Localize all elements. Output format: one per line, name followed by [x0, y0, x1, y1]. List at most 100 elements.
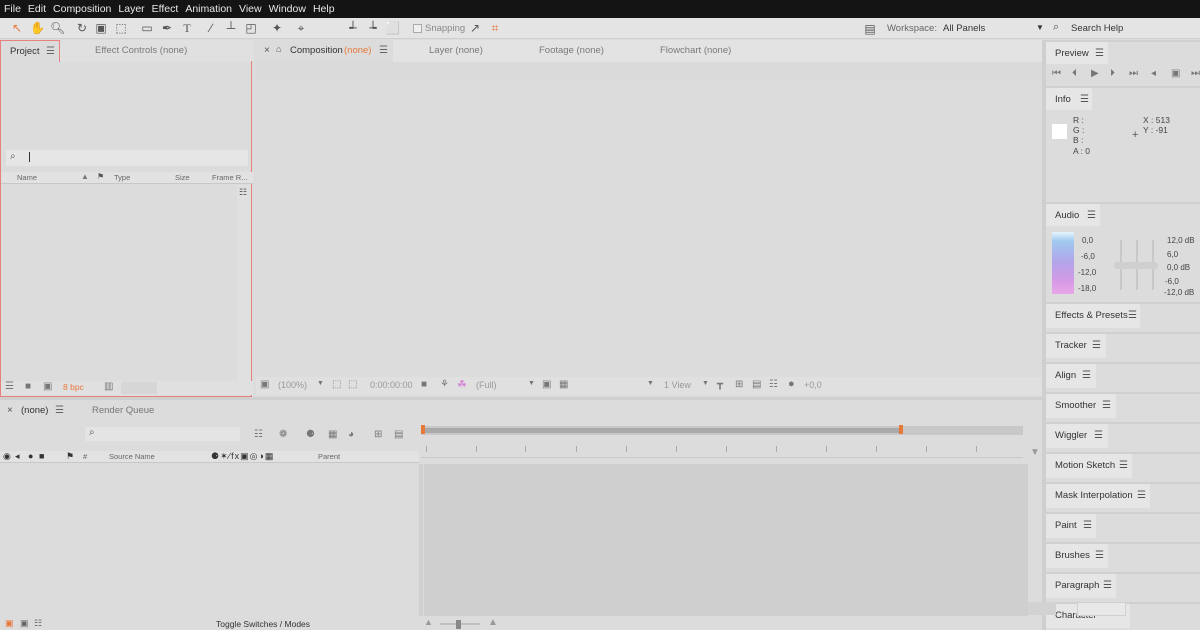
snapping-checkbox[interactable]: [413, 24, 422, 33]
tracker-menu-icon[interactable]: ☰: [1092, 340, 1101, 351]
menu-file[interactable]: File: [4, 3, 21, 15]
sort-arrow-icon[interactable]: ▲: [81, 172, 89, 181]
time-ruler[interactable]: [421, 444, 1023, 458]
motion-sketch-menu-icon[interactable]: ☰: [1119, 460, 1128, 471]
resolution-select[interactable]: (Full): [476, 380, 497, 390]
color-channel-icon[interactable]: ☘: [457, 378, 467, 391]
transparency-grid-icon[interactable]: ▦: [559, 379, 568, 390]
mask-interpolation-menu-icon[interactable]: ☰: [1137, 490, 1146, 501]
zoom-tool-icon[interactable]: 🔍︎: [50, 21, 65, 35]
toggle-pixel-aspect-icon[interactable]: ┳: [717, 379, 723, 390]
show-snapshot-icon[interactable]: ⚘: [440, 379, 449, 390]
frame-blending-icon[interactable]: ▦: [328, 429, 337, 440]
timeline-scrollbar[interactable]: [1028, 464, 1042, 616]
audio-slider-thumbs[interactable]: [1114, 262, 1158, 269]
layer-bar-area[interactable]: [424, 464, 1028, 616]
puppet-pin-tool-icon[interactable]: ⌖: [294, 21, 308, 35]
loop-icon[interactable]: ▣: [1171, 68, 1180, 79]
project-search-input[interactable]: ⌕: [6, 150, 248, 166]
switches-icons[interactable]: ⚈✶∕fx▣◎◑▦: [211, 451, 274, 462]
column-type[interactable]: Type: [114, 173, 130, 182]
workspace-dropdown-icon[interactable]: ▼: [1036, 23, 1044, 32]
new-folder-icon[interactable]: ■: [25, 381, 31, 392]
view-layout-select[interactable]: 1 View: [664, 380, 691, 390]
resolution-dropdown-icon[interactable]: ▼: [528, 380, 535, 387]
tab-composition[interactable]: × ⌂ Composition (none) ☰: [256, 40, 393, 62]
video-eye-icon[interactable]: ◉: [3, 451, 11, 462]
new-composition-icon[interactable]: ▣: [43, 381, 52, 392]
always-preview-icon[interactable]: ▣: [260, 379, 269, 390]
menu-layer[interactable]: Layer: [118, 3, 144, 15]
choose-grid-icon[interactable]: ⬚: [332, 379, 341, 390]
comp-markers-icon[interactable]: ▤: [394, 429, 403, 440]
brushes-panel[interactable]: Brushes ☰: [1046, 542, 1200, 570]
clone-stamp-tool-icon[interactable]: ┴: [224, 21, 238, 35]
wiggler-panel[interactable]: Wiggler ☰: [1046, 422, 1200, 450]
label-tag-icon[interactable]: ⚑: [66, 451, 74, 462]
layer-switches-icon[interactable]: ▣: [5, 618, 14, 629]
work-area-track[interactable]: [421, 425, 1023, 435]
paragraph-panel[interactable]: Paragraph ☰: [1046, 572, 1200, 600]
comp-marker-bin-icon[interactable]: ▼: [1030, 447, 1040, 458]
search-help-input[interactable]: Search Help: [1071, 23, 1123, 34]
close-icon[interactable]: ×: [264, 45, 270, 56]
hand-tool-icon[interactable]: ✋: [30, 21, 45, 35]
effects-presets-menu-icon[interactable]: ☰: [1128, 310, 1137, 321]
column-source-name[interactable]: Source Name: [109, 452, 155, 461]
menu-window[interactable]: Window: [269, 3, 306, 15]
motion-sketch-panel[interactable]: Motion Sketch ☰: [1046, 452, 1200, 480]
brushes-menu-icon[interactable]: ☰: [1095, 550, 1104, 561]
selection-tool-icon[interactable]: ↖: [10, 21, 24, 35]
effects-presets-panel[interactable]: Effects & Presets ☰: [1046, 302, 1200, 330]
previous-frame-icon[interactable]: ⏴︎: [1072, 68, 1077, 79]
pen-tool-icon[interactable]: ✒: [160, 21, 174, 35]
menu-help[interactable]: Help: [313, 3, 335, 15]
column-name[interactable]: Name: [17, 173, 37, 182]
info-menu-icon[interactable]: ☰: [1080, 94, 1089, 105]
view-dropdown-icon[interactable]: ▼: [702, 380, 709, 387]
menu-composition[interactable]: Composition: [53, 3, 111, 15]
timeline-menu-icon[interactable]: ☰: [55, 405, 64, 416]
bpc-toggle[interactable]: 8 bpc: [63, 382, 84, 392]
menu-animation[interactable]: Animation: [185, 3, 232, 15]
axis-local-icon[interactable]: ┵: [346, 21, 360, 35]
outline-divider[interactable]: [419, 464, 423, 616]
tab-render-queue[interactable]: Render Queue: [92, 405, 154, 416]
snap-edges-icon[interactable]: ↗: [468, 21, 482, 35]
axis-view-icon[interactable]: ⬜: [385, 21, 400, 35]
mute-audio-icon[interactable]: ◂: [1151, 68, 1156, 79]
menu-effect[interactable]: Effect: [152, 3, 179, 15]
last-frame-icon[interactable]: ⏭︎: [1129, 68, 1138, 79]
timeline-icon[interactable]: ▤: [752, 379, 761, 390]
timecode-display[interactable]: 0:00:00:00: [370, 380, 413, 390]
exposure-reset-icon[interactable]: ●: [788, 378, 795, 390]
camera-tool-icon[interactable]: ▣: [94, 21, 108, 35]
tab-layer[interactable]: Layer (none): [429, 45, 483, 56]
camera-dropdown-icon[interactable]: ▼: [647, 380, 654, 387]
fast-previews-icon[interactable]: ⊞: [735, 379, 743, 390]
project-menu-icon[interactable]: ☰: [46, 46, 55, 57]
tab-flowchart[interactable]: Flowchart (none): [660, 45, 731, 56]
snapshot-camera-icon[interactable]: ■: [421, 379, 427, 390]
rectangle-tool-icon[interactable]: ▭: [140, 21, 154, 35]
audio-menu-icon[interactable]: ☰: [1087, 210, 1096, 221]
align-menu-icon[interactable]: ☰: [1082, 370, 1091, 381]
roto-brush-tool-icon[interactable]: ✦: [270, 21, 284, 35]
work-area-end-handle[interactable]: [899, 425, 903, 434]
first-frame-icon[interactable]: ⏮︎: [1052, 68, 1061, 79]
work-area-bar[interactable]: [424, 428, 902, 433]
ram-preview-icon[interactable]: ⏭︎: [1191, 68, 1200, 79]
lock-icon[interactable]: ⌂: [276, 44, 281, 54]
axis-world-icon[interactable]: ┶: [366, 21, 380, 35]
smoother-menu-icon[interactable]: ☰: [1102, 400, 1111, 411]
work-area-start-handle[interactable]: [421, 425, 425, 434]
align-panel[interactable]: Align ☰: [1046, 362, 1200, 390]
zoom-dropdown-icon[interactable]: ▼: [317, 380, 324, 387]
region-of-interest-icon[interactable]: ▣: [542, 379, 551, 390]
timeline-search-input[interactable]: ⌕: [85, 427, 240, 441]
tab-effect-controls[interactable]: Effect Controls (none): [95, 45, 187, 56]
composition-menu-icon[interactable]: ☰: [379, 45, 388, 56]
layer-outline-area[interactable]: [0, 464, 419, 616]
graph-editor-icon[interactable]: ⊞: [374, 429, 382, 440]
lock-icon[interactable]: ■: [39, 451, 44, 461]
